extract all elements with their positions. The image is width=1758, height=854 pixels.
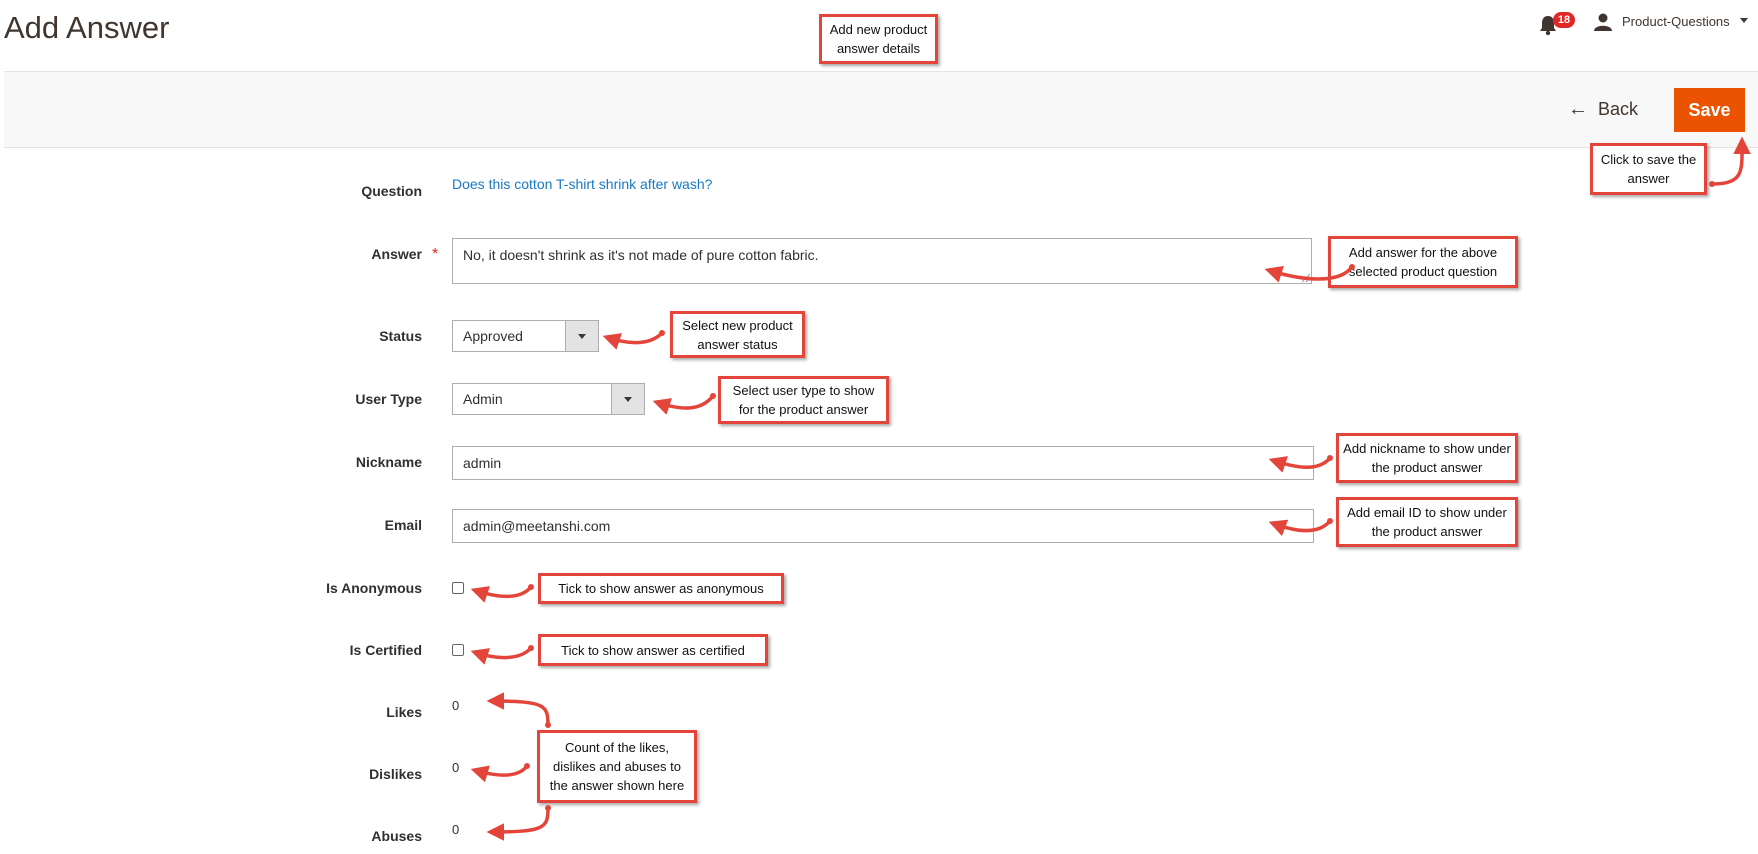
arrow-nickname — [1268, 456, 1332, 473]
arrow-answer — [1264, 265, 1354, 283]
annotation-arrows — [470, 136, 1751, 841]
arrow-dislikes — [470, 764, 529, 783]
arrow-anonymous — [470, 585, 533, 603]
arrow-status — [602, 331, 664, 350]
arrow-likes — [486, 692, 550, 726]
arrow-certified — [470, 646, 533, 665]
arrow-abuses — [486, 807, 550, 841]
arrow-save — [1711, 136, 1751, 186]
arrow-user-type — [652, 394, 715, 415]
arrow-email — [1268, 519, 1332, 537]
